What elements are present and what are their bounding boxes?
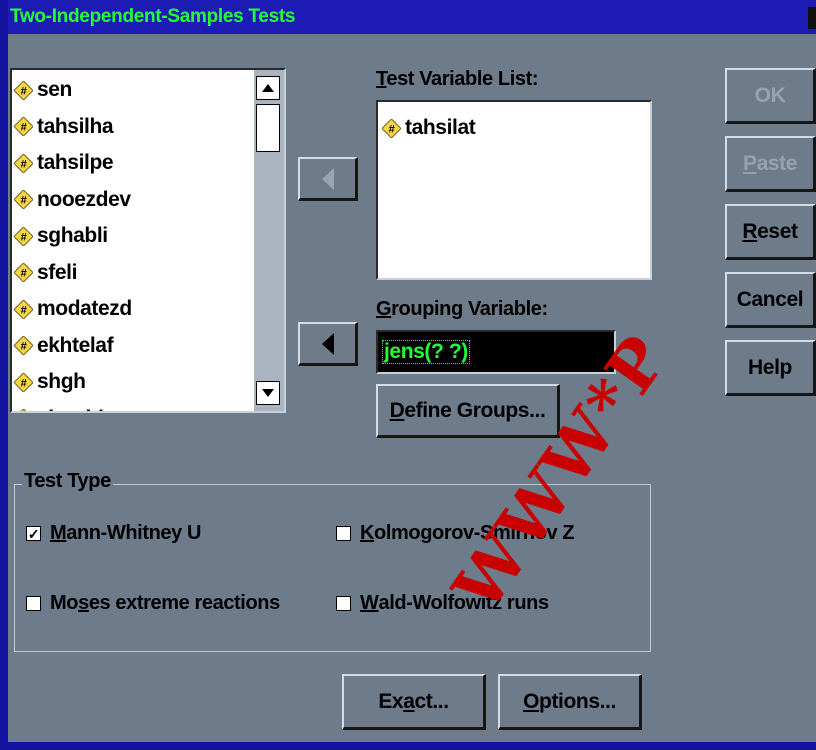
source-list-scrollbar[interactable] — [254, 70, 284, 411]
svg-text:#: # — [21, 377, 27, 389]
exact-button[interactable]: Ex a ct... — [342, 674, 486, 730]
list-item[interactable]: # sfeli — [14, 255, 252, 292]
arrow-up-icon — [262, 84, 274, 92]
list-item[interactable]: # sghabli — [14, 218, 252, 255]
numeric-variable-icon: # — [382, 118, 401, 138]
numeric-variable-icon: # — [14, 190, 33, 210]
list-item-label: sen — [37, 78, 72, 102]
list-item-label: nooezdev — [37, 187, 131, 211]
arrow-left-icon — [321, 167, 334, 190]
numeric-variable-icon: # — [14, 226, 33, 246]
source-variable-items: # sen # tahsilha # tahsilpe # nooezdev # sghabli #… — [14, 72, 252, 411]
title-bar-edge — [808, 7, 816, 29]
define-groups-button[interactable]: Define Groups... — [376, 384, 560, 438]
list-item[interactable]: # tahsilpe — [14, 145, 252, 182]
list-item-label: sghabli — [37, 224, 108, 248]
dialog-window: Two-Independent-Samples Tests # sen # tahsi… — [8, 0, 816, 742]
test-variable-list[interactable]: # tahsilat — [376, 100, 652, 280]
mann-whitney-checkbox[interactable]: ✓ Mann-Whitney U — [26, 522, 201, 545]
test-type-title: Test Type — [22, 470, 113, 493]
list-item[interactable]: # shgh — [14, 364, 252, 401]
numeric-variable-icon: # — [14, 80, 33, 100]
svg-text:#: # — [21, 341, 27, 353]
moses-checkbox[interactable]: Mo s es extreme reactions — [26, 592, 280, 615]
checkbox-box[interactable]: ✓ — [26, 526, 41, 541]
kolmogorov-smirnov-checkbox[interactable]: Kolmogorov-Smirnov Z — [336, 522, 575, 545]
numeric-variable-icon: # — [14, 263, 33, 283]
checkbox-box[interactable] — [336, 596, 351, 611]
options-button[interactable]: Options... — [498, 674, 642, 730]
list-item[interactable]: # tahsilat — [382, 116, 476, 140]
list-item[interactable]: # modatezd — [14, 291, 252, 328]
ok-button[interactable]: OK — [725, 68, 816, 124]
numeric-variable-icon: # — [14, 153, 33, 173]
cancel-button[interactable]: Cancel — [725, 272, 816, 328]
window-title: Two-Independent-Samples Tests — [10, 6, 296, 27]
svg-text:#: # — [21, 158, 27, 170]
list-item[interactable]: # sen — [14, 72, 252, 109]
list-item[interactable]: # tahsilha — [14, 109, 252, 146]
svg-text:#: # — [21, 268, 27, 280]
grouping-variable-label: Grouping Variable: — [376, 298, 548, 320]
grouping-variable-value: jens(? ?) — [382, 340, 470, 364]
numeric-variable-icon: # — [14, 299, 33, 319]
move-to-grouping-button[interactable] — [298, 322, 358, 366]
numeric-variable-icon: # — [14, 372, 33, 392]
title-bar[interactable]: Two-Independent-Samples Tests — [8, 0, 816, 34]
list-item-label: shgh — [37, 370, 86, 394]
svg-text:#: # — [21, 85, 27, 97]
list-item-label: tahsilpe — [37, 151, 114, 175]
scroll-thumb[interactable] — [256, 104, 280, 152]
svg-text:#: # — [21, 231, 27, 243]
numeric-variable-icon: # — [14, 409, 33, 411]
numeric-variable-icon: # — [14, 117, 33, 137]
scroll-up-button[interactable] — [256, 76, 280, 100]
arrow-down-icon — [262, 389, 274, 397]
scroll-down-button[interactable] — [256, 381, 280, 405]
test-variable-list-label: Test Variable List: — [376, 68, 539, 90]
help-button[interactable]: Help — [725, 340, 816, 396]
svg-text:#: # — [21, 195, 27, 207]
svg-text:#: # — [389, 123, 395, 135]
checkbox-box[interactable] — [26, 596, 41, 611]
check-mark-icon: ✓ — [27, 525, 40, 542]
list-item-label: modatezd — [37, 297, 132, 321]
move-to-test-list-button[interactable] — [298, 157, 358, 201]
list-item[interactable]: # ekhtelaf — [14, 328, 252, 365]
list-item-label: sfeli — [37, 260, 78, 284]
wald-wolfowitz-checkbox[interactable]: Wald-Wolfowitz runs — [336, 592, 549, 615]
list-item-label: tahsilha — [37, 114, 114, 138]
grouping-variable-field[interactable]: jens(? ?) — [376, 330, 616, 374]
list-item[interactable]: # shoghl — [14, 401, 252, 411]
list-item-label: shoghl — [37, 407, 104, 411]
list-item-label: ekhtelaf — [37, 333, 114, 357]
svg-text:#: # — [21, 122, 27, 134]
numeric-variable-icon: # — [14, 336, 33, 356]
arrow-left-icon — [321, 332, 334, 355]
svg-text:#: # — [21, 304, 27, 316]
test-type-group — [14, 484, 651, 652]
list-item[interactable]: # nooezdev — [14, 182, 252, 219]
checkbox-box[interactable] — [336, 526, 351, 541]
source-variable-list[interactable]: # sen # tahsilha # tahsilpe # nooezdev # sghabli #… — [10, 68, 286, 413]
reset-button[interactable]: Reset — [725, 204, 816, 260]
paste-button[interactable]: Paste — [725, 136, 816, 192]
